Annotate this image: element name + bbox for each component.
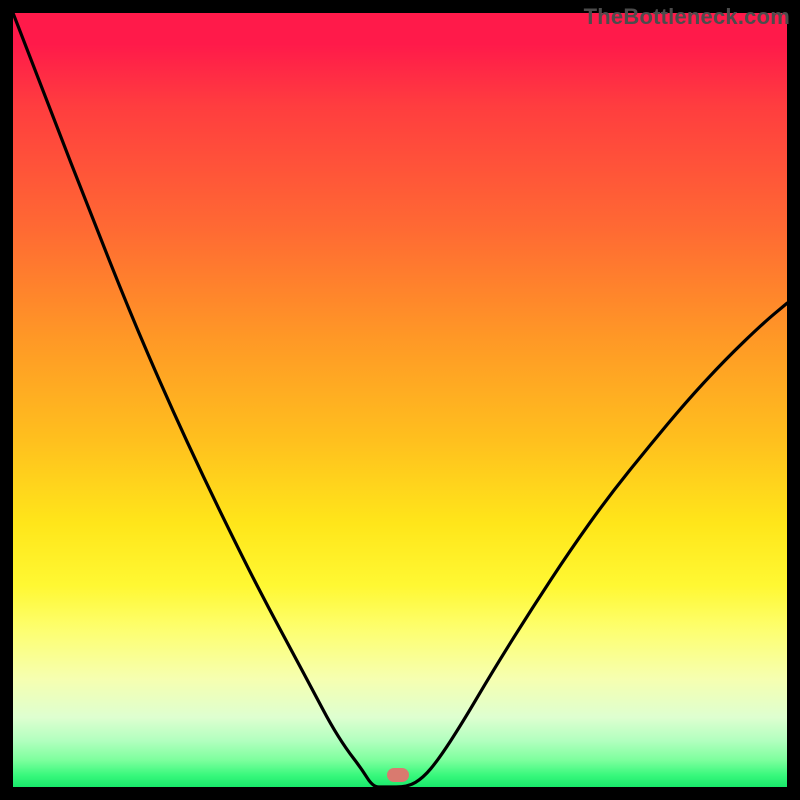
optimal-marker (387, 768, 409, 782)
chart-frame: TheBottleneck.com (0, 0, 800, 800)
bottleneck-curve (13, 13, 787, 787)
plot-area (13, 13, 787, 787)
watermark-text: TheBottleneck.com (584, 4, 790, 30)
